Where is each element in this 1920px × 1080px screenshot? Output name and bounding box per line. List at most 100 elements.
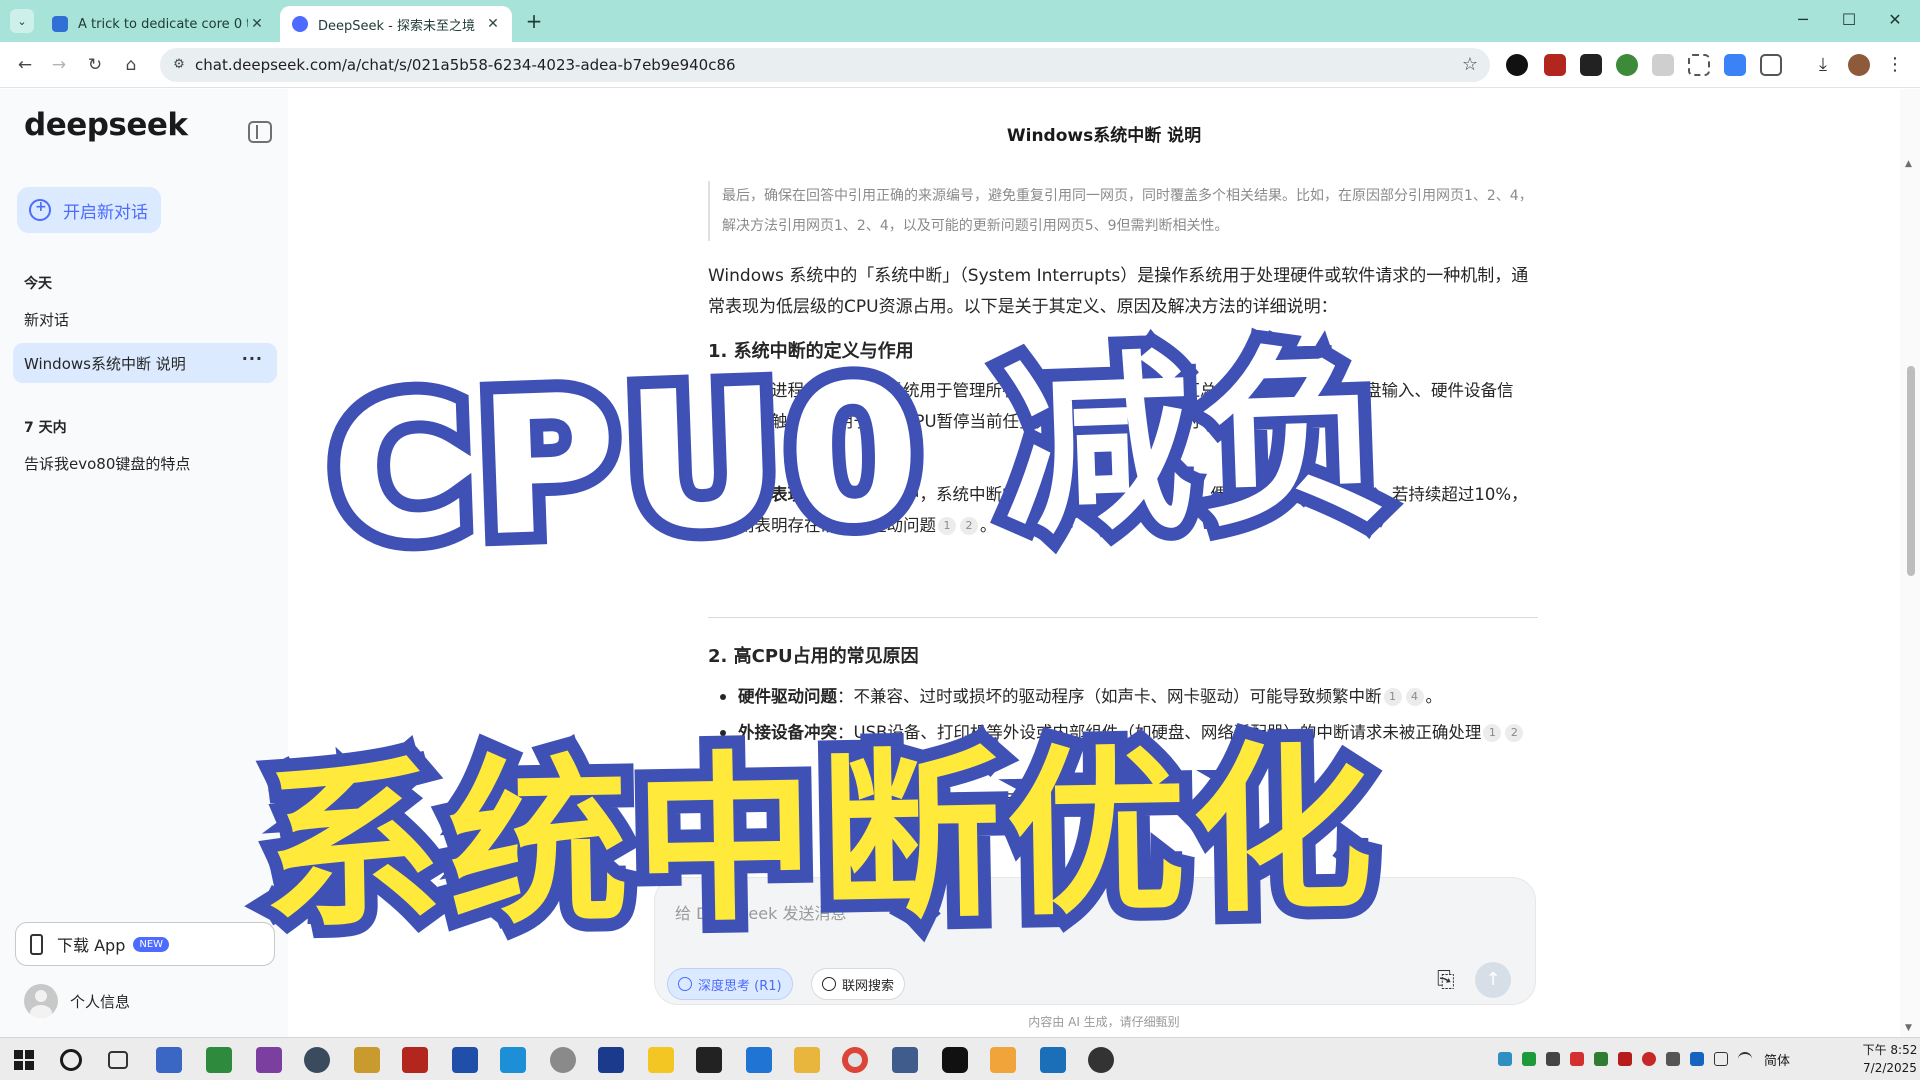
browser-menu-icon[interactable]: ⋮ — [1884, 54, 1906, 76]
tab-search-chevron-icon[interactable]: ⌄ — [10, 9, 34, 33]
back-arrow-icon[interactable]: ← — [12, 52, 38, 78]
history-item-active[interactable]: Windows系统中断 说明 ··· — [13, 343, 277, 383]
history-item[interactable]: 新对话 — [24, 309, 69, 330]
taskbar-app-icon[interactable] — [990, 1047, 1016, 1073]
minimize-icon[interactable]: ─ — [1780, 0, 1826, 42]
tray-icon[interactable] — [1546, 1052, 1560, 1066]
history-item[interactable]: 告诉我evo80键盘的特点 — [24, 453, 190, 474]
search-icon[interactable] — [60, 1049, 82, 1071]
item-label: 外接设备冲突 — [738, 723, 837, 742]
reload-icon[interactable]: ↻ — [82, 52, 108, 78]
citation-badge[interactable]: 4 — [1405, 688, 1424, 706]
address-bar[interactable]: ⚙ chat.deepseek.com/a/chat/s/021a5b58-62… — [160, 48, 1490, 82]
scroll-up-arrow-icon[interactable]: ▲ — [1905, 159, 1912, 169]
taskbar-app-icon[interactable] — [1040, 1047, 1066, 1073]
extension-dark-icon[interactable] — [1580, 54, 1602, 76]
more-options-icon[interactable]: ··· — [242, 349, 263, 368]
item-text: ：正常的系统中，系统中断的CPU占用率通常低于1%，偶尔峰值可达3%~5%。若持… — [738, 485, 1528, 535]
task-view-icon[interactable] — [108, 1051, 128, 1069]
forward-arrow-icon[interactable]: → — [46, 52, 72, 78]
wifi-icon[interactable] — [1738, 1052, 1752, 1066]
item-text: ：节能模式（如CPU节能）可能引起中断冲突。 — [804, 791, 1152, 810]
file-explorer-icon[interactable] — [794, 1047, 820, 1073]
taskbar-app-icon[interactable] — [598, 1047, 624, 1073]
new-tab-plus-icon[interactable]: + — [522, 10, 546, 34]
image-extension-icon[interactable] — [1724, 54, 1746, 76]
home-icon[interactable]: ⌂ — [118, 52, 144, 78]
chat-title: Windows系统中断 说明 — [1006, 126, 1202, 146]
url-text[interactable]: chat.deepseek.com/a/chat/s/021a5b58-6234… — [195, 48, 736, 82]
tab-close-icon[interactable]: ✕ — [248, 16, 266, 32]
taskbar-app-icon[interactable] — [452, 1047, 478, 1073]
tab-deepseek[interactable]: DeepSeek - 探索未至之境 ✕ — [280, 6, 512, 42]
tray-icon[interactable] — [1618, 1052, 1632, 1066]
chrome-icon[interactable] — [842, 1047, 868, 1073]
taskbar-app-icon[interactable] — [206, 1047, 232, 1073]
speaker-icon[interactable] — [1714, 1052, 1728, 1066]
citation-badge[interactable]: 2 — [960, 517, 978, 535]
tray-icon[interactable] — [1570, 1052, 1584, 1066]
collapse-sidebar-icon[interactable] — [248, 121, 272, 143]
message-input[interactable]: 给 DeepSeek 发送消息 — [675, 900, 846, 924]
scrollbar[interactable]: ▲ ▼ — [1900, 89, 1920, 1037]
browser-toolbar: ← → ↻ ⌂ ⚙ chat.deepseek.com/a/chat/s/021… — [0, 42, 1920, 88]
taskbar-app-icon[interactable] — [942, 1047, 968, 1073]
download-app-button[interactable]: 下载 App NEW — [15, 922, 275, 966]
taskbar-app-icon[interactable] — [648, 1047, 674, 1073]
tab-favicon-icon — [52, 16, 68, 32]
scroll-down-arrow-icon[interactable]: ▼ — [1905, 1023, 1912, 1033]
taskbar-app-icon[interactable] — [256, 1047, 282, 1073]
download-icon[interactable]: ⤓ — [1812, 54, 1834, 76]
scrollbar-thumb[interactable] — [1907, 366, 1915, 576]
tray-icon[interactable] — [1690, 1052, 1704, 1066]
tab-core0-trick[interactable]: A trick to dedicate core 0 to ✕ — [40, 6, 276, 42]
tray-icon[interactable] — [1522, 1052, 1536, 1066]
taskbar-app-icon[interactable] — [1088, 1047, 1114, 1073]
bookmark-star-icon[interactable]: ☆ — [1462, 54, 1478, 75]
extensions-puzzle-icon[interactable] — [1760, 54, 1782, 76]
taskbar-app-icon[interactable] — [156, 1047, 182, 1073]
taskbar-app-icon[interactable] — [500, 1047, 526, 1073]
maximize-icon[interactable]: ☐ — [1826, 0, 1872, 42]
windows-start-icon[interactable] — [14, 1050, 34, 1070]
extension-badge-icon[interactable] — [1544, 54, 1566, 76]
tray-icon[interactable] — [1498, 1052, 1512, 1066]
user-avatar-icon — [24, 984, 58, 1018]
tray-icon[interactable] — [1666, 1052, 1680, 1066]
section-today: 今天 — [24, 276, 52, 292]
attach-paperclip-icon[interactable]: ⎘ — [1437, 968, 1455, 993]
extension-green-icon[interactable] — [1616, 54, 1638, 76]
citation-badge[interactable]: 1 — [938, 517, 956, 535]
system-clock[interactable]: 下午 8:52 7/2/2025 — [1862, 1041, 1918, 1077]
send-arrow-icon[interactable]: ↑ — [1475, 962, 1511, 998]
deepseek-favicon-icon — [292, 16, 308, 32]
phone-icon — [30, 933, 43, 955]
window-close-icon[interactable]: ✕ — [1872, 0, 1918, 42]
extension-grey-icon[interactable] — [1652, 54, 1674, 76]
profile-avatar-icon[interactable] — [1848, 54, 1870, 76]
extension-circle-icon[interactable] — [1506, 54, 1528, 76]
taskbar-app-icon[interactable] — [550, 1047, 576, 1073]
item-end: 。 — [1425, 687, 1443, 706]
taskbar-app-icon[interactable] — [304, 1047, 330, 1073]
message-composer[interactable]: 给 DeepSeek 发送消息 深度思考 (R1) 联网搜索 ⎘ ↑ — [654, 877, 1536, 1005]
ime-indicator[interactable]: 简体 — [1764, 1050, 1790, 1069]
tray-icon[interactable] — [1642, 1052, 1656, 1066]
deep-think-toggle[interactable]: 深度思考 (R1) — [667, 968, 793, 1000]
site-info-icon[interactable]: ⚙ — [170, 56, 188, 74]
taskbar-app-icon[interactable] — [892, 1047, 918, 1073]
vscode-icon[interactable] — [746, 1047, 772, 1073]
tray-icon[interactable] — [1594, 1052, 1608, 1066]
tab-label: DeepSeek - 探索未至之境 — [318, 18, 475, 34]
web-search-toggle[interactable]: 联网搜索 — [811, 968, 906, 1000]
taskbar-app-icon[interactable] — [354, 1047, 380, 1073]
terminal-icon[interactable] — [696, 1047, 722, 1073]
citation-badge[interactable]: 1 — [1483, 724, 1502, 742]
tab-close-icon[interactable]: ✕ — [484, 16, 502, 32]
citation-badge[interactable]: 2 — [1505, 724, 1524, 742]
citation-badge[interactable]: 1 — [1383, 688, 1402, 706]
taskbar-app-icon[interactable] — [402, 1047, 428, 1073]
new-chat-button[interactable]: 开启新对话 — [17, 187, 161, 233]
screenshot-icon[interactable] — [1688, 54, 1710, 76]
profile-button[interactable]: 个人信息 — [24, 984, 130, 1018]
